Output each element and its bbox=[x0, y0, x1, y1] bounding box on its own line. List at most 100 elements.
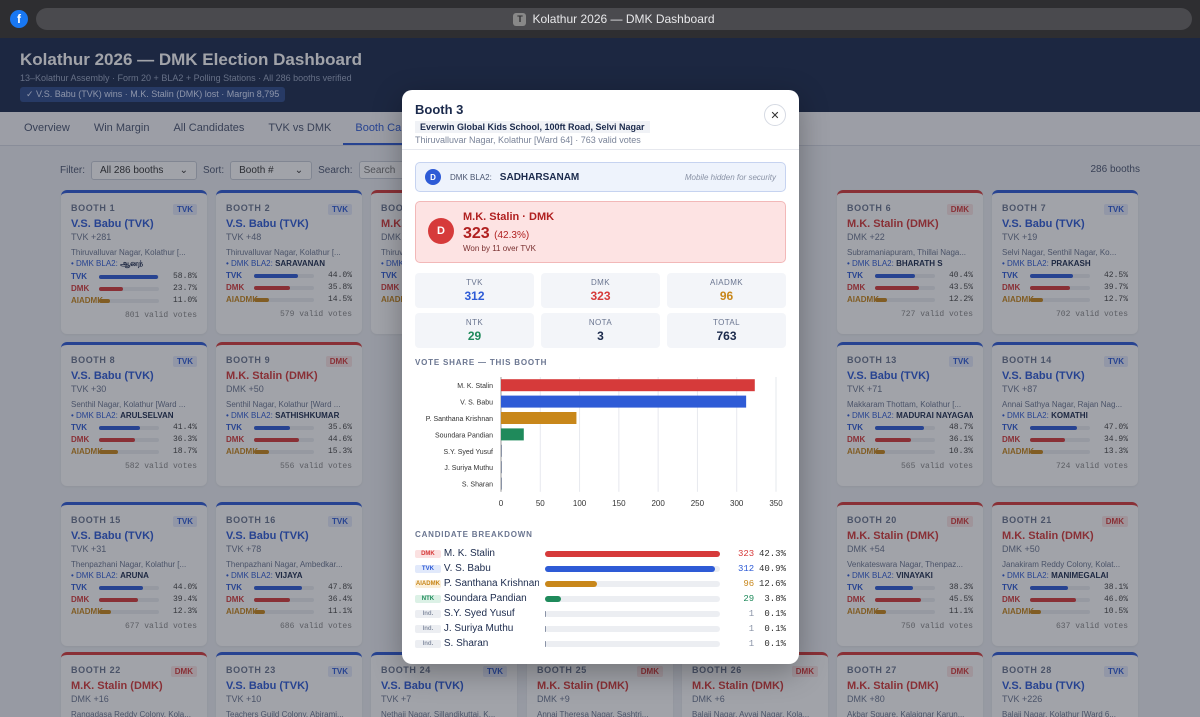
booth-address: Thiruvalluvar Nagar, Kolathur [Ward 64] … bbox=[415, 135, 641, 145]
breakdown-row: DMK M. K. Stalin 323 42.3% bbox=[415, 546, 786, 561]
stat-key: TOTAL bbox=[712, 318, 741, 327]
x-tick-label: 300 bbox=[730, 499, 744, 508]
breakdown-row: TVK V. S. Babu 312 40.9% bbox=[415, 561, 786, 576]
candidate-share: 12.6% bbox=[758, 578, 786, 589]
stat-nota: NOTA 3 bbox=[541, 313, 660, 348]
candidate-name: J. Suriya Muthu bbox=[443, 623, 514, 634]
vote-share-title: VOTE SHARE — THIS BOOTH bbox=[415, 358, 548, 367]
party-badge: NTK bbox=[415, 594, 441, 603]
share-bar bbox=[545, 580, 721, 587]
party-badge: DMK bbox=[415, 549, 441, 558]
bar bbox=[501, 444, 502, 457]
booth-agent-box: D DMK BLA2: SADHARSANAM Mobile hidden fo… bbox=[415, 162, 786, 192]
bar bbox=[501, 379, 755, 392]
candidate-name: P. Santhana Krishnan bbox=[443, 578, 540, 589]
share-bar-fill bbox=[545, 595, 562, 602]
close-icon: ✕ bbox=[770, 109, 780, 122]
candidate-share: 3.8% bbox=[764, 593, 786, 604]
winner-name: M.K. Stalin · DMK bbox=[463, 211, 555, 223]
party-badge: Ind. bbox=[415, 639, 441, 648]
x-tick-label: 0 bbox=[499, 499, 504, 508]
share-bar bbox=[545, 565, 721, 572]
winner-vote-count: 323 bbox=[463, 225, 490, 242]
breakdown-row: Ind. J. Suriya Muthu 1 0.1% bbox=[415, 621, 786, 636]
x-tick-label: 200 bbox=[651, 499, 665, 508]
y-tick-label: M. K. Stalin bbox=[457, 383, 493, 390]
breakdown-row: Ind. S.Y. Syed Yusuf 1 0.1% bbox=[415, 606, 786, 621]
polling-station-name: Everwin Global Kids School, 100ft Road, … bbox=[415, 121, 650, 133]
share-bar-fill bbox=[545, 550, 721, 557]
y-tick-label: S. Sharan bbox=[462, 482, 493, 489]
party-badge: Ind. bbox=[415, 609, 441, 618]
winner-pct: (42.3%) bbox=[494, 230, 530, 241]
x-tick-label: 150 bbox=[612, 499, 626, 508]
stat-value: 29 bbox=[467, 329, 482, 343]
candidate-votes: 312 bbox=[737, 563, 755, 574]
stat-value: 323 bbox=[590, 289, 611, 303]
candidate-name: S.Y. Syed Yusuf bbox=[443, 608, 515, 619]
x-tick-label: 350 bbox=[769, 499, 783, 508]
breakdown-title: CANDIDATE BREAKDOWN bbox=[415, 530, 533, 539]
agent-label: DMK BLA2: bbox=[450, 172, 492, 182]
candidate-share: 0.1% bbox=[764, 608, 786, 619]
stat-key: NOTA bbox=[588, 318, 613, 327]
modal-title: Booth 3 bbox=[415, 102, 464, 117]
share-bar bbox=[545, 625, 721, 632]
candidate-name: Soundara Pandian bbox=[443, 593, 527, 604]
bar bbox=[501, 395, 747, 408]
dmk-icon: D bbox=[425, 169, 441, 185]
y-tick-label: J. Suriya Muthu bbox=[444, 465, 493, 472]
winner-margin: Won by 11 over TVK bbox=[463, 244, 536, 253]
candidate-share: 0.1% bbox=[764, 638, 786, 649]
share-bar-fill bbox=[545, 565, 715, 572]
share-bar-fill bbox=[545, 580, 598, 587]
share-bar-fill bbox=[545, 640, 547, 647]
share-bar bbox=[545, 595, 721, 602]
party-badge: TVK bbox=[415, 564, 441, 573]
stat-total: TOTAL 763 bbox=[667, 313, 786, 348]
modal-header: Booth 3 Everwin Global Kids School, 100f… bbox=[402, 90, 799, 150]
stat-key: NTK bbox=[465, 318, 484, 327]
share-bar-fill bbox=[545, 625, 547, 632]
stat-ntk: NTK 29 bbox=[415, 313, 534, 348]
bar bbox=[501, 412, 577, 424]
winner-box: D M.K. Stalin · DMK 323 (42.3%) Won by 1… bbox=[415, 201, 786, 263]
bar bbox=[501, 477, 502, 490]
share-bar bbox=[545, 610, 721, 617]
party-badge: AIADMK bbox=[415, 579, 441, 588]
bar bbox=[501, 461, 502, 474]
breakdown-row: AIADMK P. Santhana Krishnan 96 12.6% bbox=[415, 576, 786, 591]
agent-name: SADHARSANAM bbox=[499, 171, 580, 183]
candidate-votes: 1 bbox=[748, 638, 755, 649]
mobile-hidden-note: Mobile hidden for security bbox=[684, 172, 776, 182]
stat-key: AIADMK bbox=[709, 278, 744, 287]
y-tick-label: Soundara Pandian bbox=[435, 432, 493, 439]
close-button[interactable]: ✕ bbox=[764, 104, 786, 126]
vote-share-chart: 0 50 100 150 200 250 300 350 M. K. Stalin V. S. B… bbox=[426, 377, 783, 508]
stat-tvk: TVK 312 bbox=[415, 273, 534, 308]
x-tick-label: 100 bbox=[573, 499, 587, 508]
stat-dmk: DMK 323 bbox=[541, 273, 660, 308]
breakdown-row: NTK Soundara Pandian 29 3.8% bbox=[415, 591, 786, 606]
candidate-name: V. S. Babu bbox=[443, 563, 491, 574]
candidate-share: 40.9% bbox=[758, 563, 786, 574]
candidate-votes: 96 bbox=[743, 578, 755, 589]
stat-value: 3 bbox=[597, 329, 604, 343]
candidate-share: 0.1% bbox=[764, 623, 786, 634]
stat-value: 312 bbox=[464, 289, 485, 303]
x-tick-label: 250 bbox=[691, 499, 705, 508]
stat-value: 96 bbox=[719, 289, 734, 303]
party-badge: Ind. bbox=[415, 624, 441, 633]
share-bar bbox=[545, 550, 721, 557]
winner-votes: 323 (42.3%) bbox=[463, 225, 529, 243]
candidate-name: S. Sharan bbox=[443, 638, 489, 649]
stat-value: 763 bbox=[716, 329, 737, 343]
candidate-name: M. K. Stalin bbox=[443, 548, 495, 559]
share-bar bbox=[545, 640, 721, 647]
dmk-icon: D bbox=[428, 218, 454, 244]
candidate-votes: 1 bbox=[748, 608, 755, 619]
y-tick-label: S.Y. Syed Yusuf bbox=[443, 449, 493, 456]
stat-key: TVK bbox=[466, 278, 483, 287]
breakdown-row: Ind. S. Sharan 1 0.1% bbox=[415, 636, 786, 651]
candidate-share: 42.3% bbox=[758, 548, 786, 559]
